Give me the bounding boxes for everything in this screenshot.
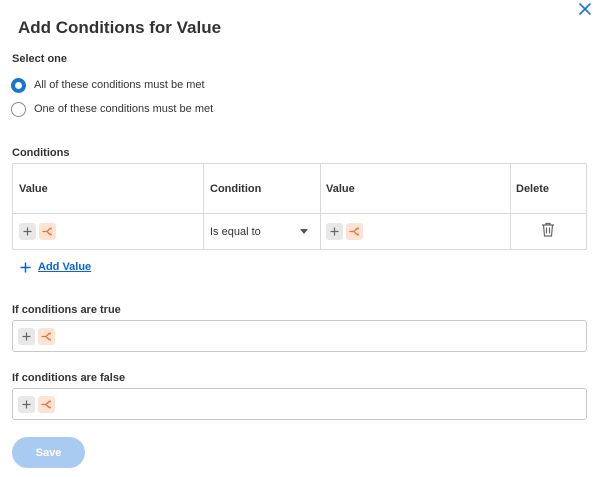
add-value-button[interactable]: Add Value <box>20 261 91 273</box>
radio-button-unchecked[interactable] <box>11 101 26 117</box>
plus-icon[interactable] <box>326 223 343 240</box>
plus-icon[interactable] <box>19 223 36 240</box>
column-header-value-2: Value <box>326 183 355 195</box>
if-false-field[interactable] <box>12 388 587 420</box>
trash-icon[interactable] <box>541 222 555 242</box>
plus-icon[interactable] <box>18 396 35 413</box>
conditions-table: Value Condition Value Delete Is equal to <box>12 163 587 250</box>
column-divider <box>510 164 511 249</box>
prompt-icon[interactable] <box>39 223 56 240</box>
radio-all-conditions-label: All of these conditions must be met <box>34 79 205 91</box>
radio-one-condition[interactable]: One of these conditions must be met <box>11 101 213 117</box>
dialog-title: Add Conditions for Value <box>18 18 222 37</box>
column-header-value: Value <box>19 183 48 195</box>
condition-select[interactable]: Is equal to <box>204 214 321 250</box>
right-value-field[interactable] <box>326 223 363 240</box>
prompt-icon[interactable] <box>38 396 55 413</box>
if-true-field[interactable] <box>12 320 587 352</box>
prompt-icon[interactable] <box>38 328 55 345</box>
radio-button-checked[interactable] <box>11 77 26 93</box>
radio-one-condition-label: One of these conditions must be met <box>34 103 214 115</box>
plus-icon[interactable] <box>18 328 35 345</box>
if-true-field-icons[interactable] <box>18 328 55 345</box>
if-false-field-icons[interactable] <box>18 396 55 413</box>
if-true-label: If conditions are true <box>12 304 121 316</box>
add-icon <box>20 262 31 272</box>
column-header-condition: Condition <box>210 183 262 195</box>
add-conditions-dialog: Add Conditions for Value Select one All … <box>0 0 600 477</box>
prompt-icon[interactable] <box>346 223 363 240</box>
select-one-label: Select one <box>12 53 68 65</box>
close-button[interactable] <box>578 2 594 18</box>
save-button[interactable]: Save <box>12 437 85 468</box>
radio-all-conditions[interactable]: All of these conditions must be met <box>11 77 205 93</box>
close-icon <box>578 2 594 16</box>
condition-select-value: Is equal to <box>210 226 261 238</box>
column-header-delete: Delete <box>516 183 550 195</box>
conditions-label: Conditions <box>12 147 70 159</box>
add-value-label: Add Value <box>38 261 92 273</box>
caret-down-icon <box>300 229 308 234</box>
left-value-field[interactable] <box>19 223 56 240</box>
if-false-label: If conditions are false <box>12 372 126 384</box>
